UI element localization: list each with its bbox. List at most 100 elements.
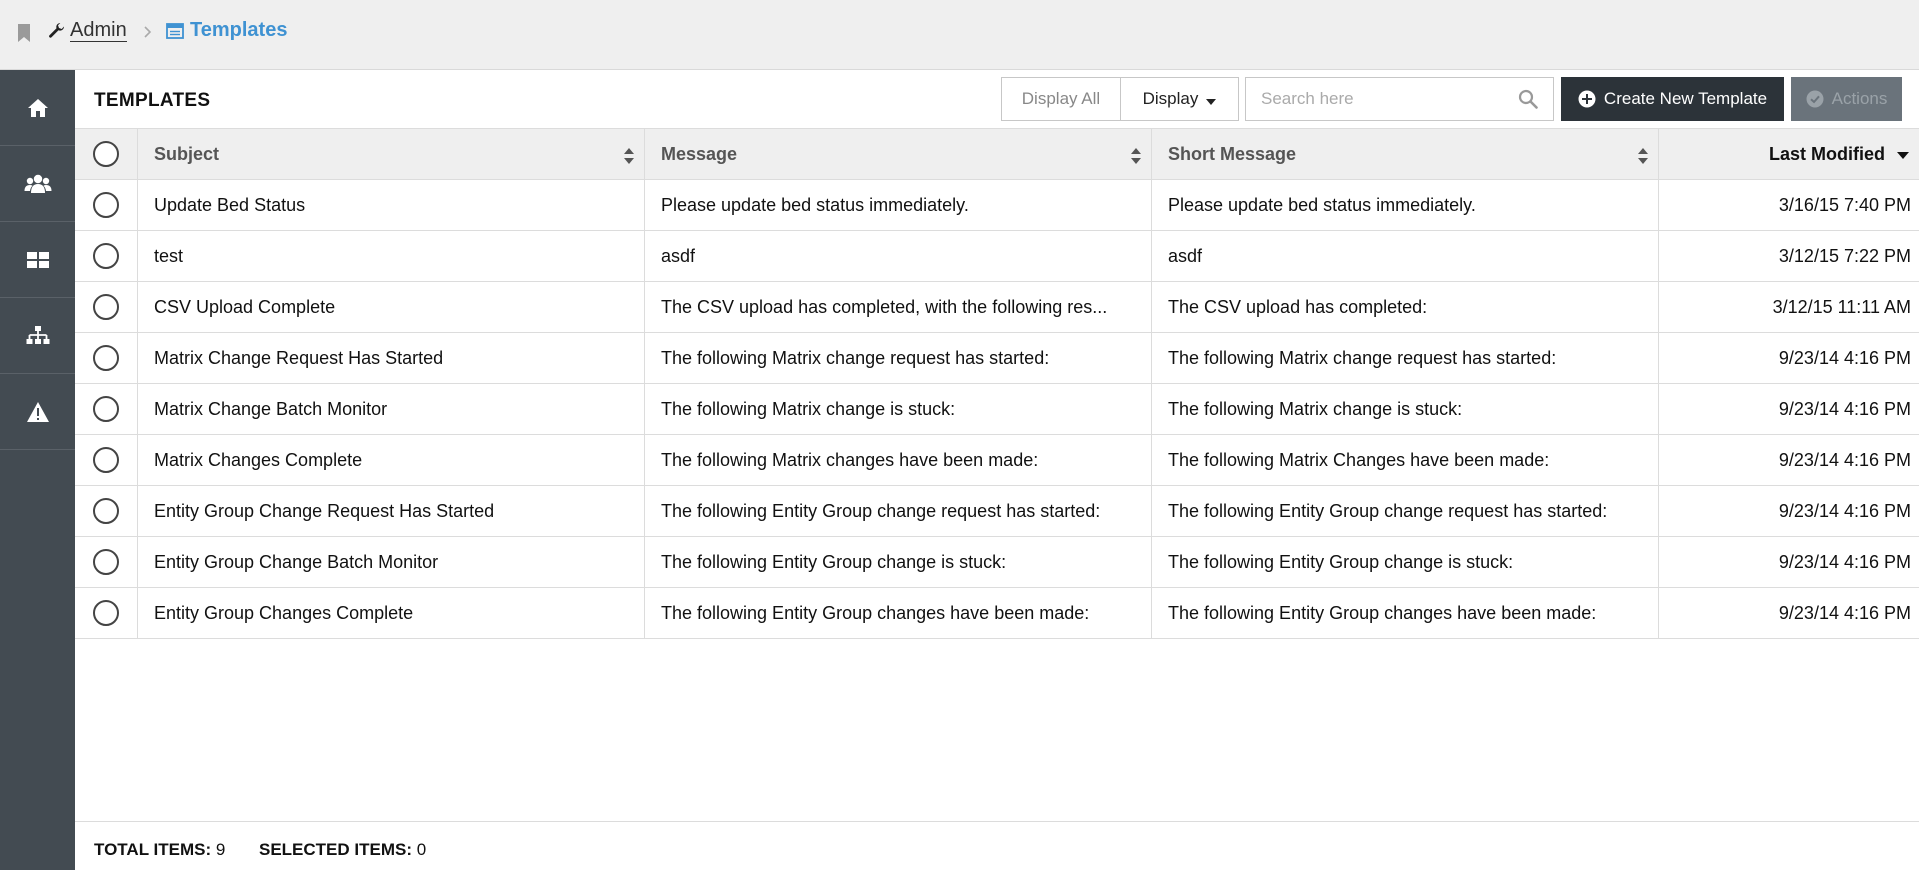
- display-label: Display: [1142, 89, 1199, 108]
- cell-last-modified: 3/12/15 11:11 AM: [1772, 296, 1911, 317]
- column-short-message-label: Short Message: [1168, 143, 1297, 164]
- breadcrumb-templates-label: Templates: [190, 19, 288, 41]
- search-icon[interactable]: [1518, 89, 1538, 109]
- cell-short-message: Please update bed status immediately.: [1152, 180, 1659, 230]
- cell-subject: Entity Group Changes Complete: [138, 588, 645, 638]
- breadcrumb-admin[interactable]: Admin: [48, 19, 127, 42]
- select-all-radio[interactable]: [93, 141, 119, 167]
- table-row[interactable]: Entity Group Change Batch Monitor The fo…: [75, 537, 1919, 588]
- row-select-radio[interactable]: [93, 243, 119, 269]
- row-select-radio[interactable]: [93, 345, 119, 371]
- sort-icon: [624, 148, 634, 164]
- cell-message-text: asdf: [661, 245, 696, 266]
- cell-short-message: The following Entity Group change reques…: [1152, 486, 1659, 536]
- cell-subject: Matrix Change Batch Monitor: [138, 384, 645, 434]
- sort-icon: [1638, 148, 1648, 164]
- cell-subject: Matrix Changes Complete: [138, 435, 645, 485]
- display-all-button[interactable]: Display All: [1002, 78, 1121, 120]
- search-box: [1245, 77, 1554, 121]
- cell-short-message: The following Matrix change is stuck:: [1152, 384, 1659, 434]
- caret-down-icon: [1206, 99, 1217, 105]
- column-last-modified-label: Last Modified: [1769, 143, 1885, 164]
- cell-last-modified: 3/12/15 7:22 PM: [1778, 245, 1911, 266]
- cell-short-message: The following Entity Group change is stu…: [1152, 537, 1659, 587]
- hierarchy-icon: [26, 325, 49, 344]
- cell-message-text: The CSV upload has completed, with the f…: [661, 296, 1108, 317]
- row-select-radio[interactable]: [93, 498, 119, 524]
- actions-button[interactable]: Actions: [1791, 77, 1902, 121]
- row-select-radio[interactable]: [93, 192, 119, 218]
- cell-message-text: The following Entity Group changes have …: [661, 602, 1090, 623]
- column-header-short-message[interactable]: Short Message: [1152, 129, 1659, 179]
- home-icon: [27, 98, 48, 117]
- cell-message: The following Entity Group change is stu…: [645, 537, 1152, 587]
- cell-subject: Matrix Change Request Has Started: [138, 333, 645, 383]
- search-input[interactable]: [1246, 78, 1521, 120]
- cell-last-modified: 9/23/14 4:16 PM: [1778, 500, 1911, 521]
- table-row[interactable]: CSV Upload Complete The CSV upload has c…: [75, 282, 1919, 333]
- total-items-value: 9: [215, 840, 226, 859]
- column-header-message[interactable]: Message: [645, 129, 1152, 179]
- column-header-subject[interactable]: Subject: [138, 129, 645, 179]
- cell-message-text: The following Matrix change request has …: [661, 347, 1050, 368]
- bookmark-icon[interactable]: [17, 23, 31, 43]
- cell-message-text: The following Matrix change is stuck:: [661, 398, 956, 419]
- display-dropdown-button[interactable]: Display: [1121, 78, 1238, 120]
- row-select-radio[interactable]: [93, 549, 119, 575]
- table-row[interactable]: Matrix Change Request Has Started The fo…: [75, 333, 1919, 384]
- row-select-cell: [75, 384, 138, 434]
- row-select-radio[interactable]: [93, 396, 119, 422]
- actions-label: Actions: [1831, 89, 1888, 108]
- top-bar: Admin Templates: [0, 0, 1919, 70]
- column-message-label: Message: [661, 143, 738, 164]
- column-subject-label: Subject: [154, 143, 220, 164]
- toolbar: TEMPLATES Display All Display Search her…: [75, 70, 1919, 128]
- cell-last-modified: 9/23/14 4:16 PM: [1778, 347, 1911, 368]
- template-icon: [166, 22, 184, 39]
- table-header: Subject Message Short Message Last Modif…: [75, 128, 1919, 180]
- cell-message-text: The following Entity Group change is stu…: [661, 551, 1007, 572]
- check-circle-icon: [1806, 90, 1824, 108]
- cell-subject: CSV Upload Complete: [138, 282, 645, 332]
- row-select-cell: [75, 282, 138, 332]
- table-row[interactable]: Update Bed Status Please update bed stat…: [75, 180, 1919, 231]
- row-select-cell: [75, 231, 138, 281]
- page-title: TEMPLATES: [94, 90, 211, 111]
- sort-icon: [1131, 148, 1141, 164]
- display-button-group: Display All Display: [1001, 77, 1239, 121]
- sort-desc-icon: [1897, 152, 1909, 159]
- create-new-template-label: Create New Template: [1603, 89, 1768, 108]
- sidebar-item-dashboard[interactable]: [0, 222, 75, 298]
- sidebar-item-home[interactable]: [0, 70, 75, 146]
- cell-short-message: asdf: [1152, 231, 1659, 281]
- sidebar-item-alerts[interactable]: [0, 374, 75, 450]
- table-row[interactable]: Matrix Changes Complete The following Ma…: [75, 435, 1919, 486]
- row-select-cell: [75, 180, 138, 230]
- cell-message: The following Matrix changes have been m…: [645, 435, 1152, 485]
- column-header-last-modified[interactable]: Last Modified: [1659, 129, 1919, 179]
- row-select-radio[interactable]: [93, 294, 119, 320]
- cell-last-modified: 3/16/15 7:40 PM: [1778, 194, 1911, 215]
- row-select-cell: [75, 333, 138, 383]
- total-items-label: TOTAL ITEMS:: [94, 840, 212, 859]
- row-select-cell: [75, 486, 138, 536]
- sidebar-item-hierarchy[interactable]: [0, 298, 75, 374]
- row-select-cell: [75, 588, 138, 638]
- plus-circle-icon: [1578, 90, 1596, 108]
- cell-short-message: The following Matrix Changes have been m…: [1152, 435, 1659, 485]
- row-select-radio[interactable]: [93, 600, 119, 626]
- breadcrumb-templates: Templates: [166, 19, 287, 42]
- cell-message: The following Matrix change is stuck:: [645, 384, 1152, 434]
- table-row[interactable]: Entity Group Changes Complete The follow…: [75, 588, 1919, 639]
- cell-short-message: The CSV upload has completed:: [1152, 282, 1659, 332]
- cell-message: asdf: [645, 231, 1152, 281]
- total-items: TOTAL ITEMS: 9: [94, 840, 225, 860]
- row-select-cell: [75, 537, 138, 587]
- sidebar-item-users[interactable]: [0, 146, 75, 222]
- cell-subject: Entity Group Change Request Has Started: [138, 486, 645, 536]
- table-row[interactable]: Matrix Change Batch Monitor The followin…: [75, 384, 1919, 435]
- table-row[interactable]: Entity Group Change Request Has Started …: [75, 486, 1919, 537]
- row-select-radio[interactable]: [93, 447, 119, 473]
- table-row[interactable]: test asdf asdf 3/12/15 7:22 PM: [75, 231, 1919, 282]
- create-new-template-button[interactable]: Create New Template: [1561, 77, 1784, 121]
